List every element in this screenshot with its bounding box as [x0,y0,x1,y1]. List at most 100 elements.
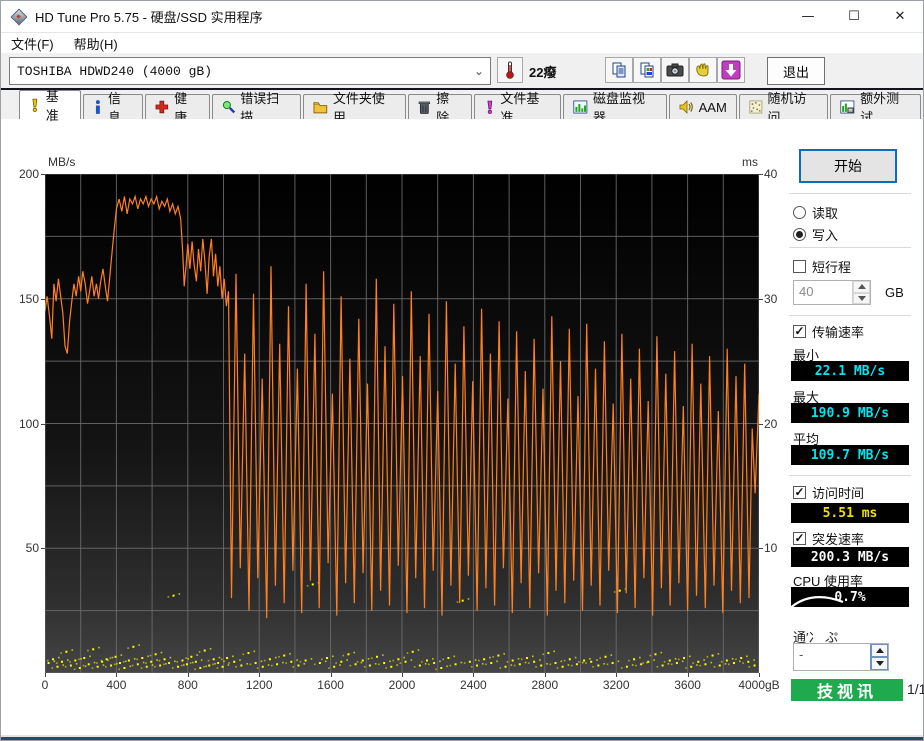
menu-help[interactable]: 帮助(H) [64,34,128,53]
hd-tune-window: { "window": { "title": "HD Tune Pro 5.75… [0,0,924,741]
benchmark-plot[interactable] [45,174,759,673]
temperature-button[interactable] [497,57,523,83]
page-indicator: 1/1 [907,681,924,697]
x-tick-mark [259,673,261,677]
transfer-rate-checkbox[interactable]: ✓ [793,325,806,338]
x-axis-tick: 1600 [317,678,344,692]
copy-icon [612,62,625,77]
x-tick-mark [116,673,118,677]
min-value: 22.1 MB/s [791,361,909,381]
right-axis-tick: 10 [764,541,778,556]
save-results-button[interactable] [689,57,717,83]
x-tick-mark [616,673,618,677]
right-tick-mark [759,298,763,300]
screenshot-button[interactable] [661,57,689,83]
extra-stepper[interactable]: - [793,643,889,671]
title-bar: HD Tune Pro 5.75 - 硬盘/SSD 实用程序 — ☐ ✕ [1,1,923,33]
tab-random-access[interactable]: 随机访问 [738,91,829,125]
menu-file[interactable]: 文件(F) [1,34,64,53]
copy-image-button[interactable] [633,57,661,83]
burst-rate-row[interactable]: ✓ 突发速率 [793,529,864,548]
stepper-up-icon[interactable] [853,281,870,293]
stepper-down-icon[interactable] [853,292,870,304]
x-axis-tick: 2400 [460,678,487,692]
tab-label: 基准 [45,89,59,123]
burst-rate-value: 200.3 MB/s [791,547,909,567]
burst-rate-label: 突发速率 [812,532,865,547]
close-icon[interactable]: ✕ [877,1,923,32]
tab-info[interactable]: 信息 [83,91,144,125]
tab-benchmark[interactable]: 基准 [19,89,82,123]
read-radio-row[interactable]: 读取 [793,203,838,222]
left-tick-mark [41,548,45,550]
x-tick-mark [330,673,332,677]
x-axis-tick: 3600 [674,678,701,692]
extra-down-icon[interactable] [871,657,888,670]
left-axis-tick: 150 [18,291,39,306]
health-cross-icon [155,100,169,114]
short-stroke-label: 短行程 [812,260,852,275]
tab-folder-usage[interactable]: 文件夹使用 [303,91,407,125]
cpu-usage-value: 0.7% [834,589,866,605]
maximize-icon[interactable]: ☐ [831,1,877,32]
tab-erase[interactable]: 擦除 [408,91,472,125]
minimize-icon[interactable]: — [785,1,831,32]
right-axis-tick: 30 [764,291,778,306]
download-arrow-icon [721,60,741,80]
x-axis-tick: 800 [177,678,198,692]
left-tick-mark [41,298,45,300]
random-dots-icon [749,100,763,114]
left-tick-mark [41,423,45,425]
exit-button[interactable]: 退出 [767,57,825,85]
file-benchmark-icon [487,100,492,114]
toolbar: TOSHIBA HDWD240 (4000 gB) ⌄ 22癈 退出 [1,53,923,90]
exclamation-icon [32,98,38,112]
capacity-stepper[interactable]: 40 [793,280,871,305]
max-value: 190.9 MB/s [791,403,909,423]
hand-icon [696,63,709,77]
extra-tests-chart-icon [840,100,855,114]
thermometer-icon [506,61,514,79]
left-tick-mark [41,174,45,175]
right-axis-tick: 40 [764,167,778,181]
tab-file-benchmark[interactable]: 文件基准 [473,91,562,125]
capacity-unit-label: GB [885,285,904,300]
short-stroke-checkbox[interactable] [793,260,806,273]
cpu-usage-box: 0.7% [791,587,909,607]
write-radio-row[interactable]: 写入 [793,225,838,244]
left-axis-tick: 50 [25,541,39,556]
access-time-value: 5.51 ms [791,503,909,523]
tab-error-scan[interactable]: 错误扫描 [211,91,302,125]
read-radio-label: 读取 [812,206,839,221]
tab-health[interactable]: 健康 [145,91,210,125]
short-stroke-row[interactable]: 短行程 [793,257,851,276]
tab-aam[interactable]: AAM [668,94,737,119]
control-panel: 开始 读取 写入 短行程 40 GB ✓ 传输速率 最小 22.1 MB/s 最… [785,119,924,738]
avg-value: 109.7 MB/s [791,445,909,465]
extra-up-icon[interactable] [871,644,888,657]
access-time-row[interactable]: ✓ 访问时间 [793,483,864,502]
update-download-button[interactable] [717,57,745,83]
start-button[interactable]: 开始 [799,149,897,183]
bar-chart-icon [573,100,588,114]
write-radio[interactable] [793,228,806,241]
copy-text-button[interactable] [605,57,633,83]
tab-disk-monitor[interactable]: 磁盘监视器 [563,91,667,125]
x-tick-mark [187,673,189,677]
x-tick-mark [402,673,403,677]
transfer-rate-row[interactable]: ✓ 传输速率 [793,322,864,341]
window-accent-line [1,737,923,740]
burst-rate-checkbox[interactable]: ✓ [793,532,806,545]
camera-icon [666,63,684,77]
access-time-checkbox[interactable]: ✓ [793,486,806,499]
temperature-value: 22癈 [529,65,557,80]
x-axis-tick: 0 [41,678,49,692]
info-icon [96,100,101,114]
drive-select[interactable]: TOSHIBA HDWD240 (4000 gB) ⌄ [9,57,491,85]
right-tick-mark [759,548,763,550]
x-axis-tick: 2800 [531,678,559,692]
trash-icon [419,101,431,114]
tab-extra-tests[interactable]: 额外测试 [830,91,922,125]
read-radio[interactable] [793,206,806,219]
drive-select-value: TOSHIBA HDWD240 (4000 gB) [17,63,213,79]
